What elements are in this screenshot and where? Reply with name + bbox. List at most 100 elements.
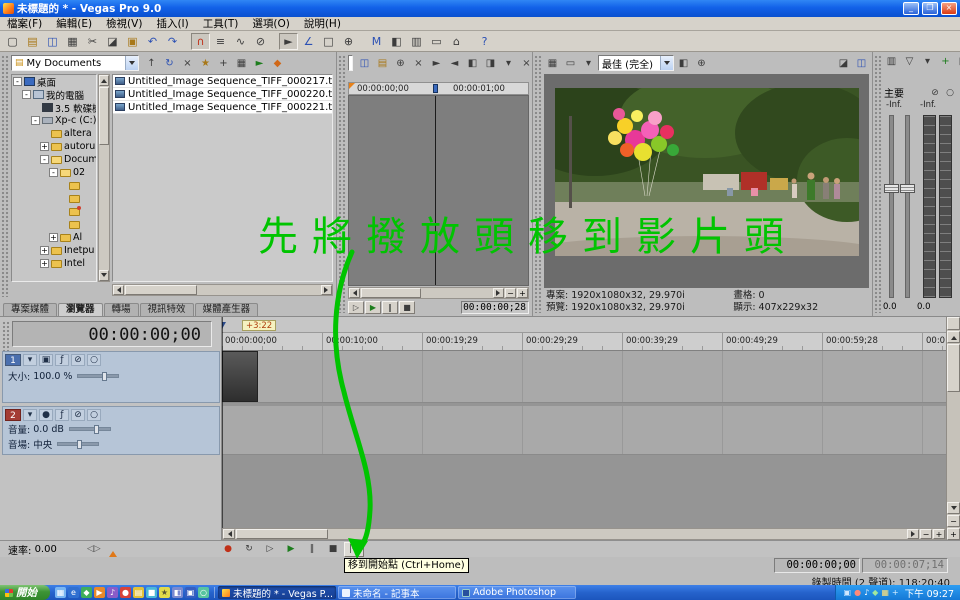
file-list-item[interactable]: Untitled_Image Sequence_TIFF_000217.tiff (113, 75, 332, 88)
zoom-out-icon[interactable]: − (920, 529, 932, 539)
select-right-of-cursor-icon[interactable]: ◨ (482, 55, 499, 71)
tab-explorer[interactable]: 瀏覽器 (58, 303, 103, 316)
save-icon[interactable]: ◫ (43, 33, 62, 50)
tree-item[interactable]: - Docum (12, 153, 96, 166)
trimmer-history-dropdown-icon[interactable]: ▾ (500, 55, 517, 71)
trimmer-play-from-start-icon[interactable]: ▷ (348, 301, 364, 314)
selection-end-display[interactable]: 00:00:07;14 (862, 558, 948, 573)
track-fx-icon[interactable]: ƒ (55, 409, 69, 421)
solo-icon[interactable]: ○ (87, 354, 101, 366)
tree-item[interactable]: - Xp-c (C:) (12, 114, 96, 127)
copy-icon[interactable]: ◪ (103, 33, 122, 50)
envelope-edit-tool-icon[interactable]: ∠ (299, 33, 318, 50)
menu-options[interactable]: 選項(O) (245, 16, 296, 31)
timeline-vertical-scrollbar[interactable]: − + (946, 317, 960, 540)
mute-icon[interactable]: ⊘ (71, 409, 85, 421)
track-volume-slider[interactable] (69, 427, 111, 431)
scroll-right-icon[interactable] (493, 288, 504, 298)
volume-fader-right[interactable] (900, 184, 915, 193)
favorites-icon[interactable]: ★ (197, 55, 214, 71)
record-button[interactable]: ● (218, 542, 238, 557)
loop-playback-button[interactable]: ↻ (239, 542, 259, 557)
file-list-scrollbar[interactable] (112, 284, 333, 296)
paste-icon[interactable]: ▣ (123, 33, 142, 50)
scroll-left-icon[interactable] (349, 288, 360, 298)
volume-fader-left[interactable] (884, 184, 899, 193)
timeline-corner-button[interactable] (947, 317, 960, 330)
scroll-right-icon[interactable] (321, 285, 332, 295)
zoom-edit-tool-icon[interactable]: ⊕ (339, 33, 358, 50)
normal-edit-tool-icon[interactable]: ► (279, 33, 298, 50)
menu-edit[interactable]: 編輯(E) (49, 16, 99, 31)
scroll-up-icon[interactable] (947, 331, 960, 343)
quicklaunch-shortcut-icon[interactable]: ▣ (185, 587, 196, 598)
audio-track-header[interactable]: 2 ▾●ƒ⊘○ 音量: 0.0 dB 音場: 中央 (2, 406, 220, 455)
panel-grip[interactable] (1, 55, 9, 297)
fader-track[interactable] (905, 115, 910, 298)
mixer-views-icon[interactable]: ▦ (955, 54, 960, 70)
menu-help[interactable]: 說明(H) (297, 16, 348, 31)
track-zoom-out-icon[interactable]: − (947, 515, 960, 527)
project-properties-icon[interactable]: ▦ (63, 33, 82, 50)
fader-track[interactable] (889, 115, 894, 298)
tree-item[interactable]: + Intel (12, 257, 96, 270)
file-list-item[interactable]: Untitled_Image Sequence_TIFF_000220.tiff (113, 88, 332, 101)
new-folder-icon[interactable]: + (215, 55, 232, 71)
views-icon[interactable]: ▦ (233, 55, 250, 71)
tree-item[interactable]: - 桌面 (12, 75, 96, 88)
menu-tools[interactable]: 工具(T) (196, 16, 246, 31)
current-time-display[interactable]: 00:00:00;00 (12, 321, 212, 347)
tree-item[interactable] (12, 179, 96, 192)
whats-this-help-icon[interactable]: ? (475, 33, 494, 50)
zoom-in-icon[interactable]: + (933, 529, 945, 539)
track-zoom-in-icon[interactable]: + (947, 528, 960, 540)
scroll-thumb[interactable] (236, 529, 328, 539)
enable-snapping-icon[interactable]: ∩ (191, 33, 210, 50)
start-button[interactable]: 開始 (0, 585, 50, 600)
redo-icon[interactable]: ↷ (163, 33, 182, 50)
dropdown-arrow-icon[interactable] (660, 56, 673, 70)
scroll-left-icon[interactable] (223, 529, 235, 539)
add-bus-icon[interactable]: + (937, 54, 954, 70)
trimmer-clear-icon[interactable]: × (410, 55, 427, 71)
selection-edit-tool-icon[interactable]: □ (319, 33, 338, 50)
tree-item[interactable] (12, 192, 96, 205)
play-from-start-button[interactable]: ▷ (260, 542, 280, 557)
tree-expander[interactable]: + (49, 233, 58, 242)
quicklaunch-shortcut-icon[interactable]: ○ (198, 587, 209, 598)
trimmer-open-media-icon[interactable]: ▤ (374, 55, 391, 71)
menu-insert[interactable]: 插入(I) (149, 16, 195, 31)
trimmer-zoom-icon[interactable]: ⊕ (392, 55, 409, 71)
tray-status-icon[interactable]: + (892, 585, 899, 600)
stop-button[interactable]: ■ (323, 542, 343, 557)
delete-icon[interactable]: × (179, 55, 196, 71)
scroll-up-icon[interactable] (99, 75, 109, 86)
tree-expander[interactable]: - (49, 168, 58, 177)
mixer-properties-icon[interactable]: ▥ (883, 54, 900, 70)
scroll-thumb[interactable] (99, 87, 109, 145)
track-level-slider[interactable] (77, 374, 119, 378)
scroll-thumb[interactable] (947, 344, 960, 392)
dropdown-arrow-icon[interactable] (125, 56, 138, 70)
copy-snapshot-icon[interactable]: ◪ (835, 55, 852, 71)
open-icon[interactable]: ▤ (23, 33, 42, 50)
dim-output-icon[interactable]: ▾ (919, 54, 936, 70)
tray-status-icon[interactable]: ▣ (844, 585, 852, 600)
taskbar-window-photoshop[interactable]: Adobe Photoshop (458, 586, 576, 599)
taskbar-window-vegas[interactable]: 未標題的 * - Vegas P... (218, 586, 336, 599)
split-screen-view-icon[interactable]: ◧ (675, 55, 692, 71)
trimmer-save-icon[interactable]: ◫ (356, 55, 373, 71)
minimize-button[interactable]: _ (903, 2, 919, 15)
trimmer-pause-icon[interactable]: ‖ (382, 301, 398, 314)
tree-expander[interactable]: - (13, 77, 22, 86)
timeline-marker-tag[interactable]: +3:22 (242, 320, 276, 331)
file-list-item[interactable]: Untitled_Image Sequence_TIFF_000221.tiff (113, 101, 332, 114)
ignore-event-grouping-icon[interactable]: ⊘ (251, 33, 270, 50)
trimmer-cursor-marker[interactable] (433, 84, 438, 93)
cursor-position-display[interactable]: 00:00:00;00 (774, 558, 860, 573)
track-motion-icon[interactable]: ▣ (39, 354, 53, 366)
cut-icon[interactable]: ✂ (83, 33, 102, 50)
address-dropdown[interactable]: ▤ My Documents (11, 55, 139, 71)
undo-icon[interactable]: ↶ (143, 33, 162, 50)
scroll-down-icon[interactable] (99, 270, 109, 281)
